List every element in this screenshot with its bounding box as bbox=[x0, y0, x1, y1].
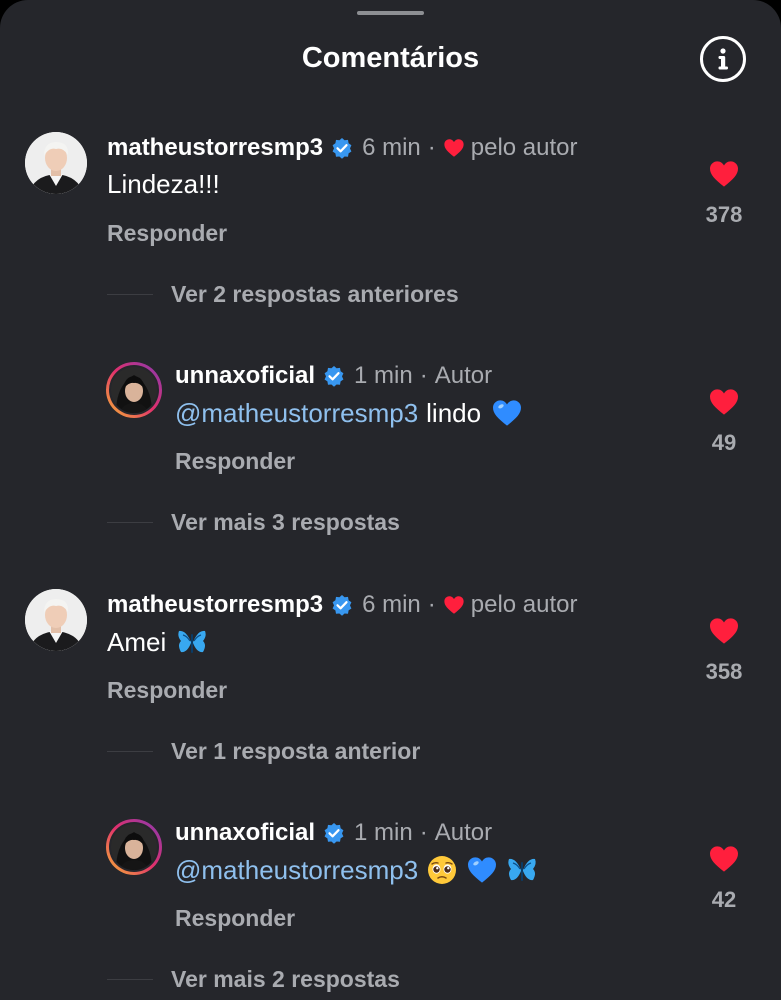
username[interactable]: matheustorresmp3 bbox=[107, 134, 323, 162]
blue-heart-emoji bbox=[491, 397, 523, 429]
avatar[interactable] bbox=[25, 589, 87, 651]
butterfly-emoji bbox=[176, 626, 208, 658]
comment-text: Lindeza!!! bbox=[107, 169, 220, 200]
reply-time: 1 min bbox=[354, 362, 413, 389]
reply-text: @matheustorresmp3 lindo bbox=[175, 397, 531, 429]
separator-dot: · bbox=[427, 591, 436, 618]
separator-dot: · bbox=[427, 134, 436, 161]
avatar bbox=[109, 365, 159, 415]
username[interactable]: unnaxoficial bbox=[175, 362, 315, 390]
sheet-title: Comentários bbox=[301, 42, 480, 74]
reply-button[interactable]: Responder bbox=[175, 905, 295, 932]
like-heart-icon[interactable] bbox=[708, 158, 740, 190]
reply-meta: unnaxoficial 1 min · Autor bbox=[175, 817, 492, 849]
like-control: 358 bbox=[702, 615, 746, 685]
reply-button[interactable]: Responder bbox=[107, 677, 227, 704]
blue-heart-emoji bbox=[466, 854, 498, 886]
view-more-replies-label: Ver mais 2 respostas bbox=[171, 965, 400, 992]
divider-line bbox=[107, 293, 153, 295]
view-previous-replies[interactable]: Ver 2 respostas anteriores bbox=[107, 279, 459, 309]
mention-link[interactable]: @matheustorresmp3 bbox=[175, 398, 418, 429]
like-control: 378 bbox=[702, 158, 746, 228]
divider-line bbox=[107, 750, 153, 752]
divider-line bbox=[107, 978, 153, 980]
reply-button[interactable]: Responder bbox=[175, 448, 295, 475]
view-previous-replies[interactable]: Ver 1 resposta anterior bbox=[107, 736, 420, 766]
story-avatar[interactable] bbox=[106, 819, 162, 875]
info-button[interactable] bbox=[700, 36, 746, 82]
liked-by-author-label: pelo autor bbox=[470, 591, 578, 618]
author-badge: Autor bbox=[434, 362, 493, 389]
comment-meta: matheustorresmp3 6 min · pelo autor bbox=[107, 132, 578, 164]
reply-meta: unnaxoficial 1 min · Autor bbox=[175, 360, 492, 392]
reply-body: lindo bbox=[426, 397, 482, 428]
username[interactable]: matheustorresmp3 bbox=[107, 591, 323, 619]
view-previous-replies-label: Ver 2 respostas anteriores bbox=[171, 280, 459, 307]
view-more-replies[interactable]: Ver mais 3 respostas bbox=[107, 507, 400, 537]
comment-body: Lindeza!!! bbox=[107, 169, 220, 199]
comment-text: Amei bbox=[107, 626, 216, 658]
verified-badge-icon bbox=[331, 594, 353, 616]
pleading-face-emoji bbox=[426, 854, 458, 886]
like-count: 49 bbox=[711, 430, 737, 455]
view-more-replies[interactable]: Ver mais 2 respostas bbox=[107, 964, 400, 994]
info-circle-icon bbox=[718, 48, 728, 70]
like-heart-icon[interactable] bbox=[708, 615, 740, 647]
drag-handle[interactable] bbox=[357, 11, 424, 15]
separator-dot: · bbox=[419, 819, 428, 846]
verified-badge-icon bbox=[323, 822, 345, 844]
reply-button[interactable]: Responder bbox=[107, 220, 227, 247]
heart-icon bbox=[443, 137, 465, 159]
heart-icon bbox=[443, 594, 465, 616]
comment-time: 6 min bbox=[362, 134, 421, 161]
butterfly-emoji bbox=[506, 854, 538, 886]
mention-link[interactable]: @matheustorresmp3 bbox=[175, 855, 418, 886]
verified-badge-icon bbox=[331, 137, 353, 159]
like-control: 42 bbox=[702, 843, 746, 913]
comment-time: 6 min bbox=[362, 591, 421, 618]
like-control: 49 bbox=[702, 386, 746, 456]
avatar[interactable] bbox=[25, 132, 87, 194]
story-avatar[interactable] bbox=[106, 362, 162, 418]
username[interactable]: unnaxoficial bbox=[175, 819, 315, 847]
like-heart-icon[interactable] bbox=[708, 386, 740, 418]
avatar bbox=[109, 822, 159, 872]
like-count: 358 bbox=[705, 659, 743, 684]
reply-text: @matheustorresmp3 bbox=[175, 854, 546, 886]
divider-line bbox=[107, 521, 153, 523]
comment-body: Amei bbox=[107, 626, 167, 657]
author-badge: Autor bbox=[434, 819, 493, 846]
verified-badge-icon bbox=[323, 365, 345, 387]
liked-by-author-label: pelo autor bbox=[470, 134, 578, 161]
comments-sheet: Comentários matheustorresmp3 6 min · pel… bbox=[0, 0, 781, 1000]
reply-time: 1 min bbox=[354, 819, 413, 846]
view-more-replies-label: Ver mais 3 respostas bbox=[171, 508, 400, 535]
like-heart-icon[interactable] bbox=[708, 843, 740, 875]
like-count: 42 bbox=[711, 887, 737, 912]
separator-dot: · bbox=[419, 362, 428, 389]
comment-meta: matheustorresmp3 6 min · pelo autor bbox=[107, 589, 578, 621]
like-count: 378 bbox=[705, 202, 743, 227]
view-previous-replies-label: Ver 1 resposta anterior bbox=[171, 737, 421, 764]
